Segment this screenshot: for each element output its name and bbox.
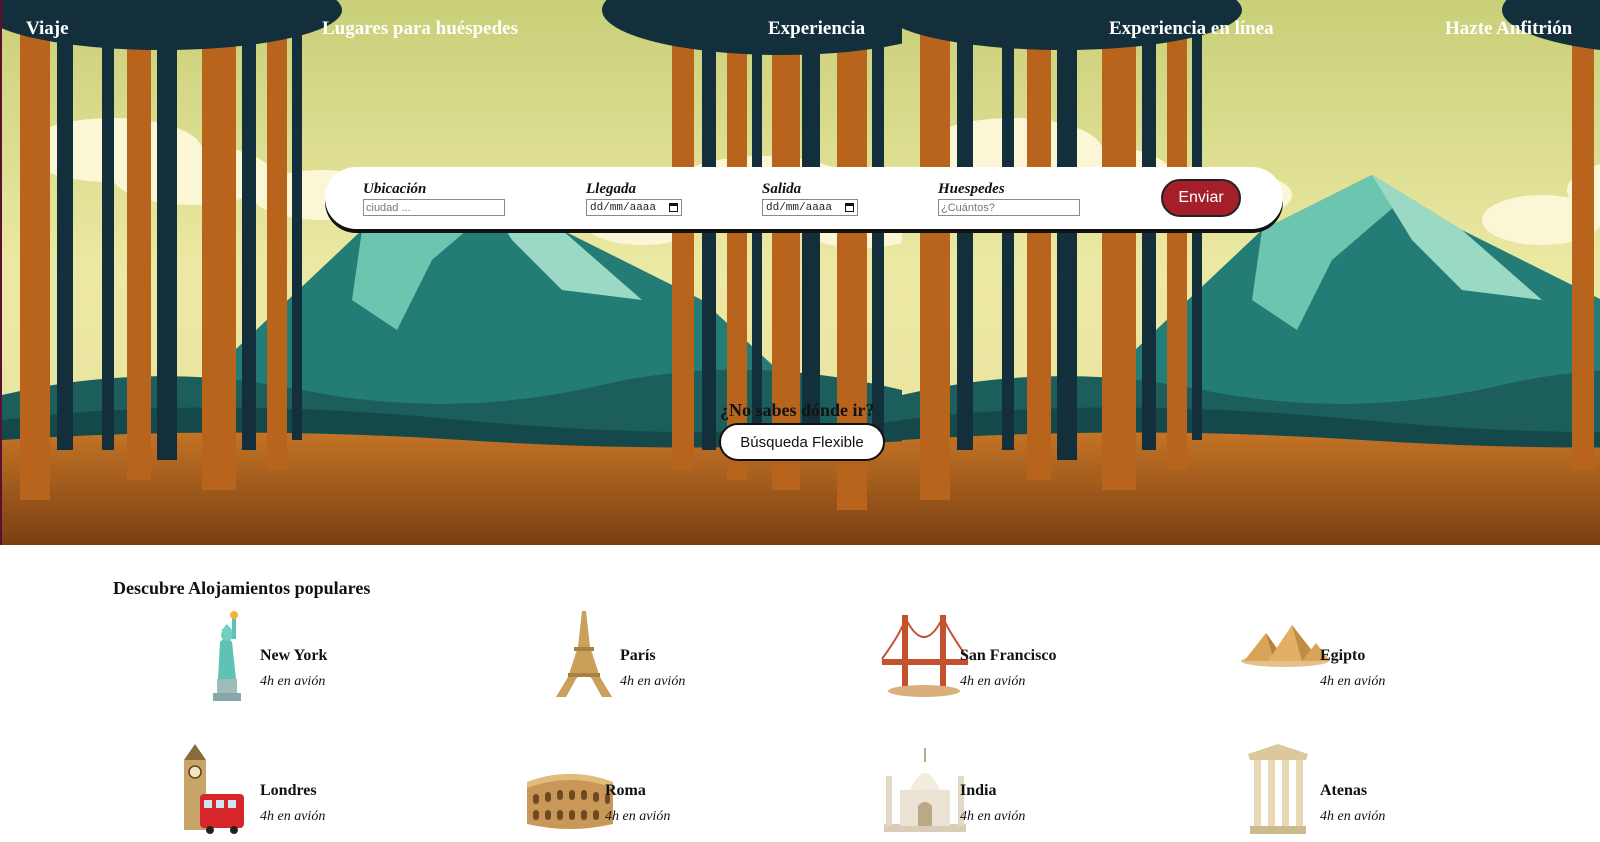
submit-button[interactable]: Enviar bbox=[1161, 179, 1241, 217]
departure-date-value: dd/mm/aaaa bbox=[766, 201, 833, 214]
nav-item-hazte-anfitrion[interactable]: Hazte Anfitrión bbox=[1445, 18, 1572, 40]
destination-name: San Francisco bbox=[960, 647, 1057, 664]
arrival-date-value: dd/mm/aaaa bbox=[590, 201, 657, 214]
destination-time: 4h en avión bbox=[605, 809, 671, 824]
destination-card[interactable]: India 4h en avión bbox=[880, 742, 1180, 842]
taj-mahal-icon bbox=[884, 748, 966, 832]
location-input[interactable] bbox=[363, 199, 505, 216]
colosseum-icon bbox=[527, 774, 613, 829]
destination-name: Roma bbox=[605, 782, 646, 799]
destination-card[interactable]: París 4h en avión bbox=[540, 607, 840, 707]
departure-field: Salida dd/mm/aaaa bbox=[762, 181, 858, 216]
guests-field: Huespedes bbox=[938, 181, 1080, 216]
destination-card[interactable]: Londres 4h en avión bbox=[180, 742, 480, 842]
destination-name: Egipto bbox=[1320, 647, 1366, 664]
statue-of-liberty-icon bbox=[213, 611, 241, 701]
arrival-field: Llegada dd/mm/aaaa bbox=[586, 181, 682, 216]
flexible-search-button[interactable]: Búsqueda Flexible bbox=[719, 423, 885, 461]
big-ben-icon bbox=[184, 744, 244, 834]
calendar-icon[interactable] bbox=[669, 203, 678, 212]
destination-card[interactable]: Egipto 4h en avión bbox=[1240, 607, 1540, 707]
destination-time: 4h en avión bbox=[1320, 809, 1386, 824]
nav-item-lugares[interactable]: Lugares para huéspedes bbox=[322, 18, 518, 40]
destination-time: 4h en avión bbox=[620, 674, 686, 689]
popular-section-title: Descubre Alojamientos populares bbox=[113, 578, 371, 598]
location-field: Ubicación bbox=[363, 181, 505, 216]
destination-name: París bbox=[620, 647, 656, 664]
destination-card[interactable]: Roma 4h en avión bbox=[525, 742, 825, 842]
destination-time: 4h en avión bbox=[960, 809, 1026, 824]
forest-mountain-illustration bbox=[2, 0, 1600, 545]
destination-time: 4h en avión bbox=[1320, 674, 1386, 689]
destination-time: 4h en avión bbox=[960, 674, 1026, 689]
destination-card[interactable]: New York 4h en avión bbox=[180, 607, 480, 707]
destination-name: Atenas bbox=[1320, 782, 1368, 799]
golden-gate-bridge-icon bbox=[881, 614, 969, 697]
search-bar: Ubicación Llegada dd/mm/aaaa Salida dd/m… bbox=[325, 167, 1283, 229]
destination-name: New York bbox=[260, 647, 328, 664]
nav-item-viaje[interactable]: Viaje bbox=[26, 18, 69, 40]
arrival-label: Llegada bbox=[586, 181, 636, 197]
destination-card[interactable]: San Francisco 4h en avión bbox=[880, 607, 1180, 707]
destination-time: 4h en avión bbox=[260, 809, 326, 824]
guests-label: Huespedes bbox=[938, 181, 1005, 197]
destination-time: 4h en avión bbox=[260, 674, 326, 689]
nav-item-experiencia[interactable]: Experiencia bbox=[768, 18, 865, 40]
hero-banner: Viaje Lugares para huéspedes Experiencia… bbox=[0, 0, 1600, 545]
top-nav: Viaje Lugares para huéspedes Experiencia… bbox=[2, 18, 1600, 48]
destination-card[interactable]: Atenas 4h en avión bbox=[1240, 742, 1540, 842]
destination-name: Londres bbox=[260, 782, 317, 799]
destination-name: India bbox=[960, 782, 997, 799]
arrival-date-input[interactable]: dd/mm/aaaa bbox=[586, 199, 682, 216]
departure-label: Salida bbox=[762, 181, 802, 197]
greek-temple-icon bbox=[1248, 744, 1308, 834]
location-label: Ubicación bbox=[363, 181, 427, 197]
pyramids-icon bbox=[1241, 625, 1330, 667]
flexible-question: ¿No sabes dónde ir? bbox=[720, 400, 875, 420]
calendar-icon[interactable] bbox=[845, 203, 854, 212]
nav-item-experiencia-en-linea[interactable]: Experiencia en línea bbox=[1109, 18, 1274, 40]
departure-date-input[interactable]: dd/mm/aaaa bbox=[762, 199, 858, 216]
guests-input[interactable] bbox=[938, 199, 1080, 216]
eiffel-tower-icon bbox=[556, 611, 612, 697]
